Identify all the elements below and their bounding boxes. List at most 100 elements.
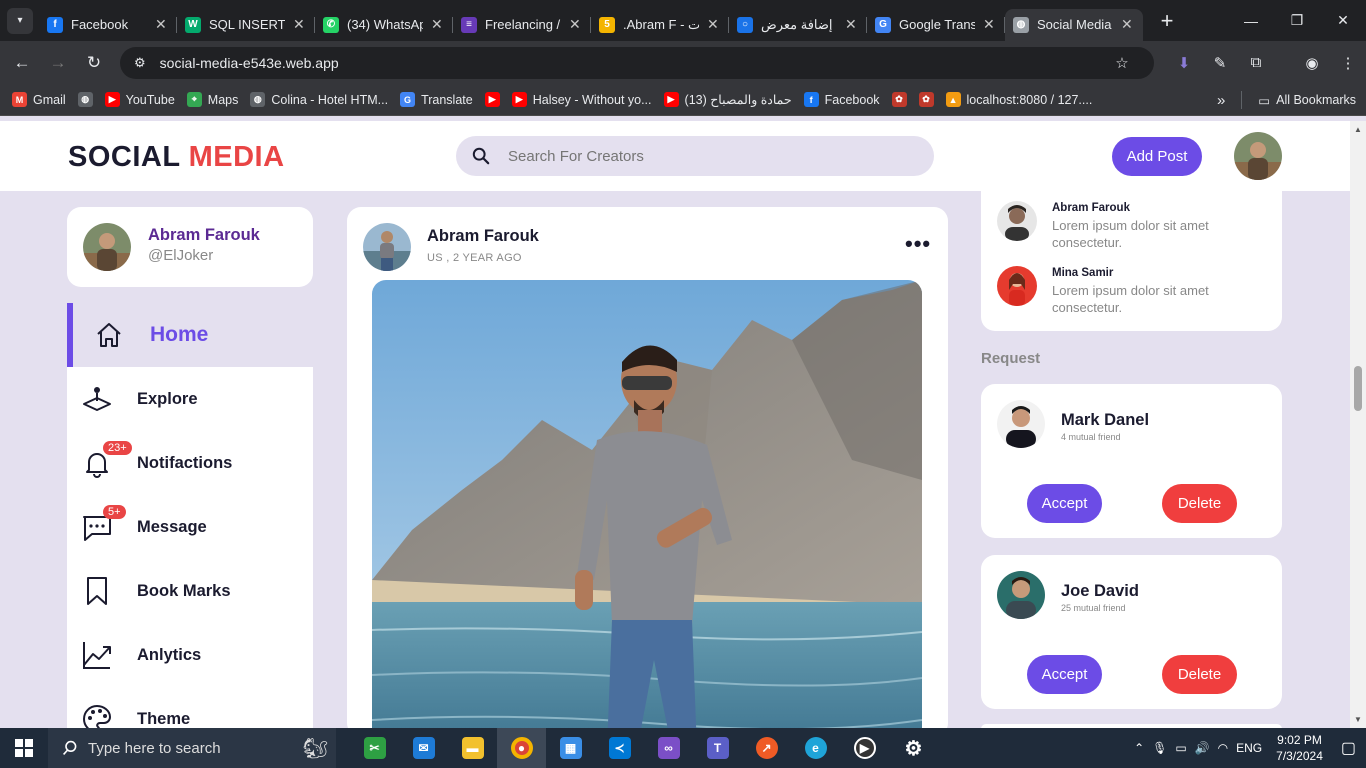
sidebar-item-analytics[interactable]: Anlytics bbox=[67, 623, 313, 687]
taskbar-snip-icon[interactable]: ✂ bbox=[350, 728, 399, 768]
download-extension-icon[interactable]: ⬇ bbox=[1166, 54, 1202, 72]
page-scrollbar[interactable]: ▲ ▼ bbox=[1350, 121, 1366, 728]
bookmark-item[interactable]: ▶ Halsey - Without yo... bbox=[511, 92, 652, 107]
message-item[interactable]: Mina Samir Lorem ipsum dolor sit amet co… bbox=[997, 266, 1267, 326]
pen-extension-icon[interactable]: ✎ bbox=[1202, 54, 1238, 72]
taskbar-store-icon[interactable]: ▦ bbox=[546, 728, 595, 768]
battery-icon[interactable]: ▭ bbox=[1175, 741, 1186, 755]
site-info-icon[interactable]: ⚙ bbox=[134, 55, 146, 71]
restore-icon[interactable]: ❐ bbox=[1274, 12, 1320, 29]
browser-tab[interactable]: ✆ (34) WhatsAp ✕ bbox=[315, 9, 453, 41]
new-tab-button[interactable]: + bbox=[1155, 8, 1179, 34]
sidebar-item-message[interactable]: 5+ Message bbox=[67, 495, 313, 559]
star-bookmark-icon[interactable]: ☆ bbox=[1104, 54, 1140, 72]
taskbar-media-player-icon[interactable]: ▶ bbox=[840, 728, 889, 768]
bookmark-item[interactable]: ▶ bbox=[484, 92, 500, 107]
taskbar-settings-icon[interactable]: ⚙ bbox=[889, 728, 938, 768]
request-name[interactable]: Joe David bbox=[1061, 582, 1139, 601]
accept-button[interactable]: Accept bbox=[1027, 484, 1102, 523]
browser-tab[interactable]: 5 .Abram F - ت ✕ bbox=[591, 9, 729, 41]
browser-tab[interactable]: G Google Trans ✕ bbox=[867, 9, 1005, 41]
bookmark-item[interactable]: M Gmail bbox=[12, 92, 66, 107]
language-indicator[interactable]: ENG bbox=[1236, 741, 1262, 755]
back-button[interactable]: ← bbox=[4, 53, 40, 73]
post-author-avatar[interactable] bbox=[363, 223, 411, 271]
taskbar-clock[interactable]: 9:02 PM 7/3/2024 bbox=[1276, 732, 1323, 764]
browser-tab[interactable]: f Facebook ✕ bbox=[39, 9, 177, 41]
sidebar-item-theme[interactable]: Theme bbox=[67, 687, 313, 728]
taskbar-teams-icon[interactable]: T bbox=[693, 728, 742, 768]
bookmark-item[interactable]: G Translate bbox=[400, 92, 473, 107]
address-bar[interactable]: ⚙ social-media-e543e.web.app bbox=[120, 47, 1154, 79]
post-author-name[interactable]: Abram Farouk bbox=[427, 227, 539, 246]
taskbar-chrome-icon[interactable]: ● bbox=[497, 728, 546, 768]
request-avatar[interactable] bbox=[997, 571, 1045, 619]
add-post-button[interactable]: Add Post bbox=[1112, 137, 1202, 176]
close-tab-icon[interactable]: ✕ bbox=[845, 16, 859, 33]
tab-search-button[interactable]: ▾ bbox=[7, 7, 33, 34]
sidebar-item-explore[interactable]: Explore bbox=[67, 367, 313, 431]
close-tab-icon[interactable]: ✕ bbox=[155, 16, 169, 33]
bookmark-item[interactable]: ◍ bbox=[77, 92, 93, 107]
forward-button[interactable]: → bbox=[40, 53, 76, 73]
taskbar-search[interactable]: Type here to search 🐿 bbox=[48, 728, 336, 768]
taskbar-postman-icon[interactable]: ↗ bbox=[742, 728, 791, 768]
minimize-icon[interactable]: — bbox=[1228, 13, 1274, 29]
sidebar-item-notifications[interactable]: 23+ Notifactions bbox=[67, 431, 313, 495]
sidebar-item-home[interactable]: Home bbox=[67, 303, 313, 367]
message-item[interactable]: Abram Farouk Lorem ipsum dolor sit amet … bbox=[997, 201, 1267, 261]
tray-overflow-icon[interactable]: ⌃ bbox=[1134, 741, 1144, 755]
close-window-icon[interactable]: ✕ bbox=[1320, 12, 1366, 29]
header-avatar[interactable] bbox=[1234, 132, 1282, 180]
windows-start-button[interactable] bbox=[0, 728, 48, 768]
bookmark-item[interactable]: ✿ bbox=[918, 92, 934, 107]
request-name[interactable]: Mark Danel bbox=[1061, 411, 1149, 430]
bookmark-item[interactable]: ▲ localhost:8080 / 127.... bbox=[945, 92, 1092, 107]
facebook-icon: f bbox=[47, 16, 63, 33]
taskbar-vscode-icon[interactable]: ≺ bbox=[595, 728, 644, 768]
browser-tab[interactable]: W SQL INSERT I ✕ bbox=[177, 9, 315, 41]
bookmark-item[interactable]: ⌖ Maps bbox=[186, 92, 238, 107]
close-tab-icon[interactable]: ✕ bbox=[983, 16, 997, 33]
bookmark-item[interactable]: f Facebook bbox=[803, 92, 880, 107]
taskbar-file-explorer-icon[interactable]: ▬ bbox=[448, 728, 497, 768]
browser-tab[interactable]: ◍ Social Media ✕ bbox=[1005, 8, 1143, 41]
chevron-right-icon[interactable]: » bbox=[1217, 92, 1225, 109]
bookmark-item[interactable]: ▶ حمادة والمصباح (13) bbox=[663, 92, 792, 107]
scroll-down-icon[interactable]: ▼ bbox=[1354, 715, 1362, 724]
volume-icon[interactable]: 🔊 bbox=[1195, 741, 1210, 755]
bookmark-item[interactable]: ✿ bbox=[891, 92, 907, 107]
close-tab-icon[interactable]: ✕ bbox=[1121, 16, 1135, 33]
scrollbar-thumb[interactable] bbox=[1354, 366, 1362, 411]
delete-button[interactable]: Delete bbox=[1162, 655, 1237, 694]
bookmark-item[interactable]: ◍ Colina - Hotel HTM... bbox=[250, 92, 388, 107]
extensions-icon[interactable]: ⧉ bbox=[1238, 54, 1274, 71]
browser-tab[interactable]: ≡ Freelancing / ✕ bbox=[453, 9, 591, 41]
delete-button[interactable]: Delete bbox=[1162, 484, 1237, 523]
request-avatar[interactable] bbox=[997, 400, 1045, 448]
profile-card[interactable]: Abram Farouk @ElJoker bbox=[67, 207, 313, 287]
browser-tab[interactable]: ○ إضافة معرض ✕ bbox=[729, 9, 867, 41]
close-tab-icon[interactable]: ✕ bbox=[569, 16, 583, 33]
scroll-up-icon[interactable]: ▲ bbox=[1354, 125, 1362, 134]
close-tab-icon[interactable]: ✕ bbox=[707, 16, 721, 33]
reload-button[interactable]: ↻ bbox=[76, 53, 112, 73]
accept-button[interactable]: Accept bbox=[1027, 655, 1102, 694]
profile-avatar-icon[interactable]: ◉ bbox=[1294, 54, 1330, 72]
notification-center-icon[interactable]: ▢ bbox=[1341, 738, 1356, 758]
taskbar-visual-studio-icon[interactable]: ∞ bbox=[644, 728, 693, 768]
site-logo[interactable]: SOCIAL MEDIA bbox=[68, 141, 285, 174]
sidebar-item-bookmarks[interactable]: Book Marks bbox=[67, 559, 313, 623]
taskbar-mail-icon[interactable]: ✉ bbox=[399, 728, 448, 768]
post-image[interactable] bbox=[372, 280, 922, 728]
search-input[interactable] bbox=[508, 147, 888, 165]
all-bookmarks-button[interactable]: ▭ All Bookmarks bbox=[1258, 93, 1356, 108]
menu-kebab-icon[interactable]: ⋮ bbox=[1330, 54, 1366, 72]
close-tab-icon[interactable]: ✕ bbox=[431, 16, 445, 33]
more-options-icon[interactable]: ••• bbox=[905, 231, 931, 257]
microphone-icon[interactable]: 🎙 bbox=[1152, 741, 1167, 755]
wifi-icon[interactable]: ◠ bbox=[1218, 741, 1228, 755]
bookmark-item[interactable]: ▶ YouTube bbox=[104, 92, 175, 107]
taskbar-edge-icon[interactable]: e bbox=[791, 728, 840, 768]
close-tab-icon[interactable]: ✕ bbox=[293, 16, 307, 33]
